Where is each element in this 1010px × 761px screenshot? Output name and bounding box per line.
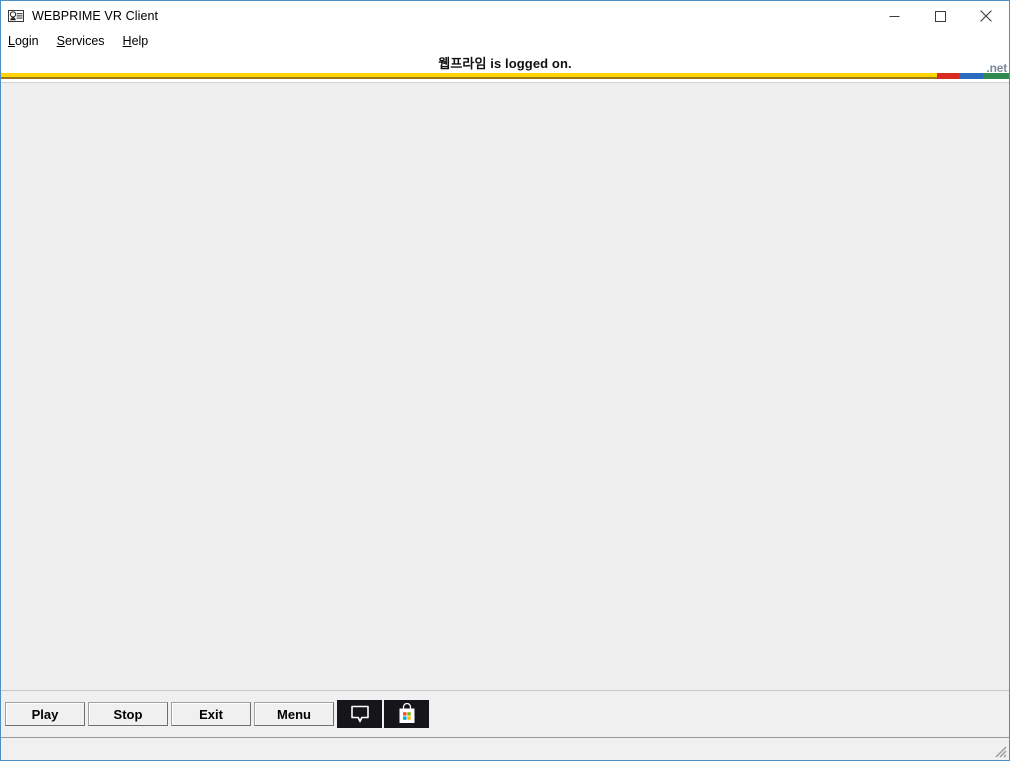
exit-button[interactable]: Exit: [171, 702, 251, 726]
maximize-button[interactable]: [917, 1, 963, 31]
accent-rule: [1, 73, 1009, 82]
login-status-text: 웹프라임 is logged on.: [438, 56, 572, 71]
menu-item-help[interactable]: Help: [123, 34, 149, 49]
dotnet-bar-red: [937, 73, 959, 79]
window-controls: [871, 1, 1009, 31]
maximize-icon: [934, 10, 946, 22]
menu-item-login-accel: L: [8, 34, 15, 48]
close-icon: [980, 10, 992, 22]
dotnet-bar-green: [983, 73, 1009, 79]
main-content-area[interactable]: [1, 82, 1009, 690]
title-bar[interactable]: WEBPRIME VR Client: [1, 1, 1009, 31]
minimize-button[interactable]: [871, 1, 917, 31]
menu-item-services-label: ervices: [64, 34, 105, 48]
menu-item-help-label: elp: [131, 34, 149, 48]
resize-grip[interactable]: [992, 743, 1007, 758]
menu-item-services[interactable]: Services: [57, 34, 105, 49]
store-button[interactable]: [384, 700, 429, 728]
menu-item-login[interactable]: Login: [8, 34, 39, 49]
toolbar: Play Stop Exit Menu: [1, 690, 1009, 737]
microsoft-store-icon: [399, 703, 414, 723]
application-window: WEBPRIME VR Client Login Services Help 웹…: [0, 0, 1010, 761]
menu-item-services-accel: S: [56, 34, 65, 48]
accent-rule-shadow: [1, 77, 1009, 79]
id-card-icon: [8, 10, 24, 22]
dotnet-color-bar: [937, 73, 1009, 79]
window-title: WEBPRIME VR Client: [32, 9, 159, 23]
status-bar: [1, 737, 1009, 760]
minimize-icon: [889, 15, 899, 17]
play-button[interactable]: Play: [5, 702, 85, 726]
menu-bar: Login Services Help: [1, 31, 1009, 52]
login-status-banner: 웹프라임 is logged on. .net: [1, 52, 1009, 74]
chat-button[interactable]: [337, 700, 382, 728]
stop-button[interactable]: Stop: [88, 702, 168, 726]
chat-bubble-icon: [350, 705, 369, 722]
menu-item-login-label: ogin: [14, 34, 39, 48]
menu-item-help-accel: H: [122, 34, 132, 48]
dotnet-bar-blue: [958, 73, 984, 79]
menu-button[interactable]: Menu: [254, 702, 334, 726]
close-button[interactable]: [963, 1, 1009, 31]
